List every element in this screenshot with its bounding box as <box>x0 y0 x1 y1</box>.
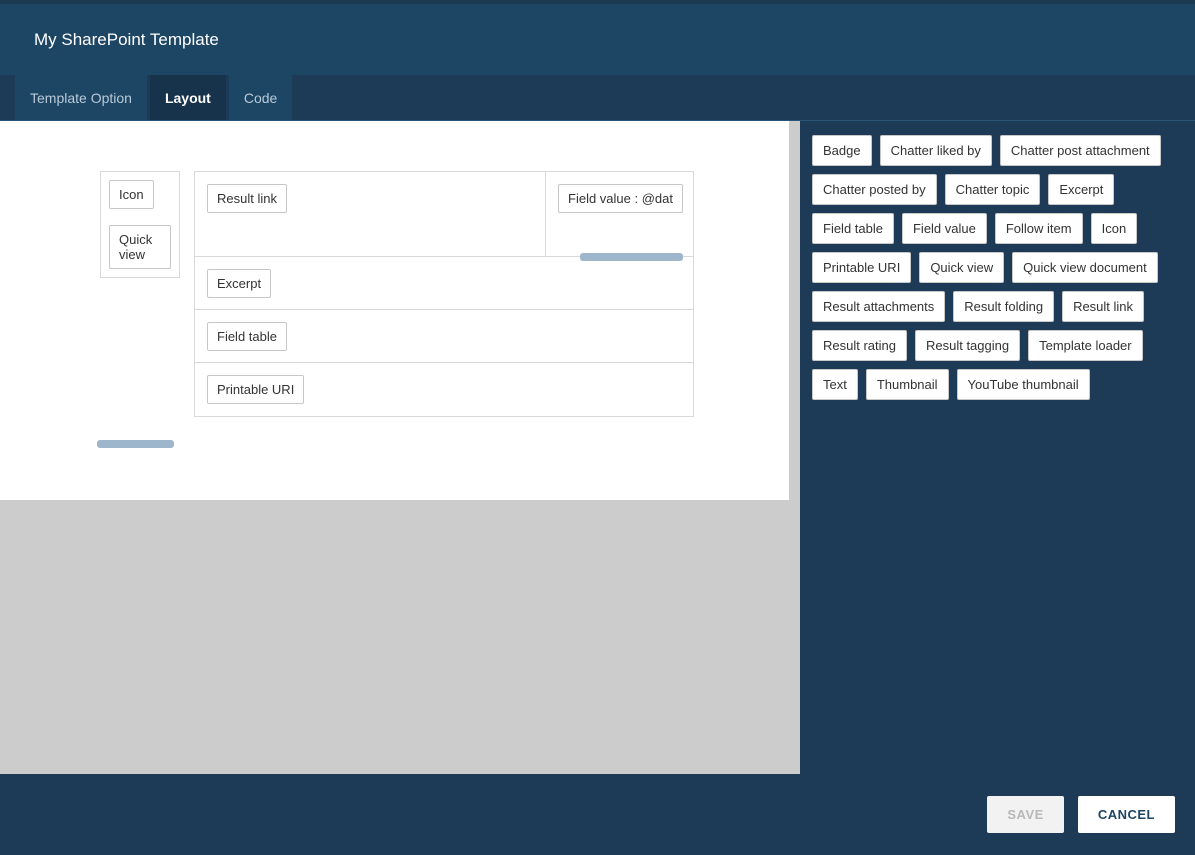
palette-thumbnail[interactable]: Thumbnail <box>866 369 949 400</box>
palette-result-link[interactable]: Result link <box>1062 291 1144 322</box>
cancel-button[interactable]: CANCEL <box>1078 796 1175 833</box>
palette-badge[interactable]: Badge <box>812 135 872 166</box>
drop-indicator <box>580 253 683 261</box>
palette-chatter-posted-by[interactable]: Chatter posted by <box>812 174 937 205</box>
layout-row-4[interactable]: Printable URI <box>195 363 693 416</box>
palette-chatter-liked-by[interactable]: Chatter liked by <box>880 135 992 166</box>
palette-chatter-topic[interactable]: Chatter topic <box>945 174 1041 205</box>
tab-layout[interactable]: Layout <box>150 75 226 120</box>
palette-result-tagging[interactable]: Result tagging <box>915 330 1020 361</box>
header: My SharePoint Template <box>0 4 1195 75</box>
palette-text[interactable]: Text <box>812 369 858 400</box>
chip-excerpt[interactable]: Excerpt <box>207 269 271 298</box>
tab-template-option[interactable]: Template Option <box>15 75 147 120</box>
chip-icon[interactable]: Icon <box>109 180 154 209</box>
tabs-row: Template Option Layout Code <box>0 75 1195 121</box>
save-button[interactable]: SAVE <box>987 796 1063 833</box>
palette-result-folding[interactable]: Result folding <box>953 291 1054 322</box>
chip-field-table[interactable]: Field table <box>207 322 287 351</box>
palette-chatter-post-attachment[interactable]: Chatter post attachment <box>1000 135 1161 166</box>
palette-excerpt[interactable]: Excerpt <box>1048 174 1114 205</box>
palette-quick-view-document[interactable]: Quick view document <box>1012 252 1158 283</box>
chip-field-value-date[interactable]: Field value : @dat <box>558 184 683 213</box>
palette-result-rating[interactable]: Result rating <box>812 330 907 361</box>
palette-result-attachments[interactable]: Result attachments <box>812 291 945 322</box>
layout-left-column[interactable]: Icon Quick view <box>100 171 180 278</box>
page-title: My SharePoint Template <box>34 30 219 50</box>
chip-quick-view[interactable]: Quick view <box>109 225 171 269</box>
layout-right-column[interactable]: Result link Field value : @dat Excerpt F… <box>194 171 694 417</box>
drop-indicator <box>97 440 174 448</box>
palette-youtube-thumbnail[interactable]: YouTube thumbnail <box>957 369 1090 400</box>
palette-printable-uri[interactable]: Printable URI <box>812 252 911 283</box>
component-palette-sidebar: Badge Chatter liked by Chatter post atta… <box>800 121 1195 774</box>
component-palette: Badge Chatter liked by Chatter post atta… <box>812 135 1183 400</box>
palette-quick-view[interactable]: Quick view <box>919 252 1004 283</box>
palette-field-table[interactable]: Field table <box>812 213 894 244</box>
main-area: Icon Quick view Result link Field value … <box>0 121 1195 774</box>
layout-row-3[interactable]: Field table <box>195 310 693 363</box>
layout-row-2[interactable]: Excerpt <box>195 257 693 310</box>
palette-follow-item[interactable]: Follow item <box>995 213 1083 244</box>
palette-field-value[interactable]: Field value <box>902 213 987 244</box>
tab-code[interactable]: Code <box>229 75 292 120</box>
footer: SAVE CANCEL <box>0 774 1195 855</box>
canvas-container: Icon Quick view Result link Field value … <box>0 121 800 774</box>
palette-icon[interactable]: Icon <box>1091 213 1138 244</box>
layout-row-1-right-cell[interactable]: Field value : @dat <box>545 172 693 257</box>
palette-template-loader[interactable]: Template loader <box>1028 330 1143 361</box>
layout-canvas[interactable]: Icon Quick view Result link Field value … <box>0 121 789 500</box>
chip-result-link[interactable]: Result link <box>207 184 287 213</box>
layout-row-1[interactable]: Result link Field value : @dat <box>195 172 693 257</box>
chip-printable-uri[interactable]: Printable URI <box>207 375 304 404</box>
